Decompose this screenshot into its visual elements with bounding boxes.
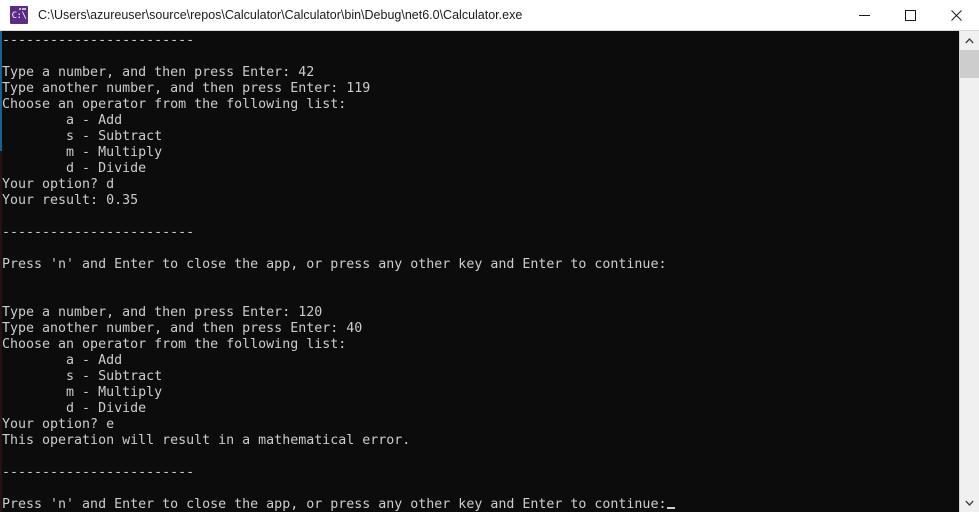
console-line: Your option? d	[2, 177, 115, 192]
scrollbar-thumb[interactable]	[960, 50, 979, 78]
close-button[interactable]	[933, 0, 979, 31]
window-title: C:\Users\azureuser\source\repos\Calculat…	[38, 8, 523, 22]
console-line: a - Add	[2, 353, 123, 368]
chevron-up-icon	[965, 37, 974, 43]
console-line: ------------------------	[2, 33, 195, 48]
console-line: m - Multiply	[2, 385, 163, 400]
close-icon	[950, 9, 962, 21]
console-line: Type another number, and then press Ente…	[2, 321, 363, 336]
maximize-icon	[904, 9, 916, 21]
console-line: Choose an operator from the following li…	[2, 337, 347, 352]
console-line: ------------------------	[2, 225, 195, 240]
console-text[interactable]: ------------------------ Type a number, a…	[2, 31, 955, 512]
console-line: s - Subtract	[2, 129, 163, 144]
console-window: C:\ C:\Users\azureuser\source\repos\Calc…	[0, 0, 979, 512]
console-line: Type another number, and then press Ente…	[2, 81, 371, 96]
chevron-down-icon	[965, 500, 974, 506]
console-line: Your result: 0.35	[2, 193, 139, 208]
console-line: d - Divide	[2, 161, 147, 176]
console-line: ------------------------	[2, 465, 195, 480]
scroll-down-button[interactable]	[960, 493, 979, 512]
console-line: Type a number, and then press Enter: 42	[2, 65, 315, 80]
minimize-button[interactable]	[841, 0, 887, 31]
minimize-icon	[858, 14, 870, 16]
console-line: Press 'n' and Enter to close the app, or…	[2, 257, 667, 272]
console-app-icon: C:\	[10, 6, 28, 24]
maximize-button[interactable]	[887, 0, 933, 31]
console-line: This operation will result in a mathemat…	[2, 433, 411, 448]
vertical-scrollbar[interactable]	[959, 31, 979, 512]
console-line: Press 'n' and Enter to close the app, or…	[2, 497, 955, 512]
icon-prompt-glyph: C:\	[11, 11, 27, 21]
console-line: a - Add	[2, 113, 123, 128]
text-cursor	[667, 507, 676, 509]
title-bar: C:\ C:\Users\azureuser\source\repos\Calc…	[0, 0, 979, 31]
window-controls	[841, 0, 979, 31]
console-line: Type a number, and then press Enter: 120	[2, 305, 323, 320]
scroll-up-button[interactable]	[960, 31, 979, 50]
console-line: m - Multiply	[2, 145, 163, 160]
console-line: Your option? e	[2, 417, 115, 432]
console-output-area[interactable]: ------------------------ Type a number, a…	[0, 31, 979, 512]
console-line: s - Subtract	[2, 369, 163, 384]
console-line: d - Divide	[2, 401, 147, 416]
console-line: Choose an operator from the following li…	[2, 97, 347, 112]
